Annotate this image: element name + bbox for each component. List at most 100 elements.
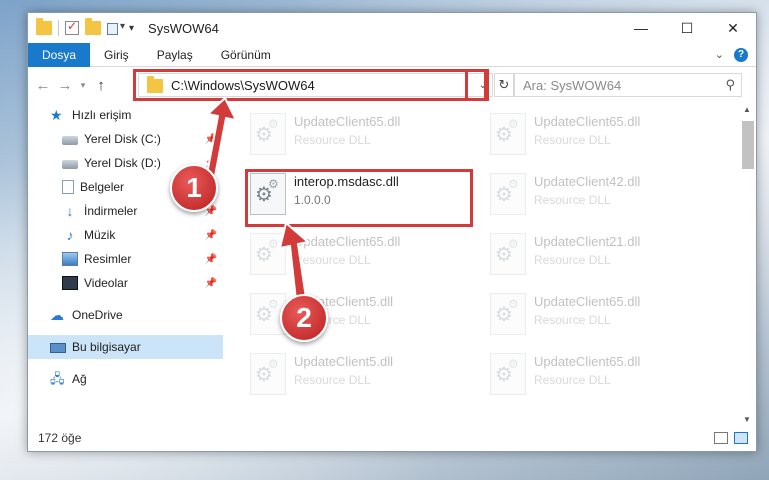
videos-icon xyxy=(62,276,78,290)
file-name: UpdateClient65.dll xyxy=(534,114,641,129)
view-toggle xyxy=(714,432,748,444)
file-list: UpdateClient65.dll Resource DLL UpdateCli… xyxy=(224,103,739,427)
sidebar-item-network[interactable]: 🖧 Ağ xyxy=(28,367,223,391)
dll-file-icon xyxy=(250,353,286,395)
sidebar-item-label: Yerel Disk (C:) xyxy=(84,132,161,146)
file-description: Resource DLL xyxy=(534,373,611,387)
scroll-thumb[interactable] xyxy=(742,121,754,169)
close-button[interactable]: ✕ xyxy=(710,13,756,43)
window-controls: — ☐ ✕ xyxy=(618,13,756,43)
sidebar-item-pictures[interactable]: Resimler 📌 xyxy=(28,247,223,271)
scroll-up-icon[interactable]: ▲ xyxy=(740,103,754,117)
pin-icon[interactable]: 📌 xyxy=(205,254,217,265)
back-arrow-icon[interactable]: ← xyxy=(32,77,54,94)
customize-toolbar-icon[interactable] xyxy=(107,21,125,35)
dll-file-icon xyxy=(490,233,526,275)
list-item[interactable]: UpdateClient5.dll Resource DLL xyxy=(250,353,480,409)
drive-icon xyxy=(62,160,78,169)
sidebar-item-label: Belgeler xyxy=(80,180,125,194)
pin-icon[interactable]: 📌 xyxy=(205,278,217,289)
sidebar-item-local-disk-c[interactable]: Yerel Disk (C:) 📌 xyxy=(28,127,223,151)
tab-file[interactable]: Dosya xyxy=(28,42,91,67)
search-placeholder: Ara: SysWOW64 xyxy=(523,77,622,93)
list-item[interactable]: UpdateClient21.dll Resource DLL xyxy=(490,233,720,289)
search-input[interactable]: Ara: SysWOW64 ⚲ xyxy=(514,73,742,97)
minimize-button[interactable]: — xyxy=(618,13,664,43)
pictures-icon xyxy=(62,252,78,266)
dll-file-icon xyxy=(490,173,526,215)
tab-share[interactable]: Paylaş xyxy=(143,43,207,67)
tiles-view-icon[interactable] xyxy=(734,432,748,444)
sidebar-item-this-pc[interactable]: Bu bilgisayar xyxy=(28,335,223,359)
address-highlight-box xyxy=(133,69,487,101)
list-item[interactable]: UpdateClient65.dll Resource DLL xyxy=(250,233,480,289)
help-icon[interactable]: ? xyxy=(734,47,748,62)
properties-check-icon[interactable] xyxy=(65,19,79,35)
ribbon-right: ⌄ ? xyxy=(715,47,756,62)
file-name: UpdateClient5.dll xyxy=(294,354,394,369)
new-folder-icon[interactable] xyxy=(85,18,101,35)
ribbon-tabs: Dosya Giriş Paylaş Görünüm ⌄ ? xyxy=(28,42,756,67)
file-description: Resource DLL xyxy=(534,313,611,327)
sidebar-item-label: Bu bilgisayar xyxy=(72,340,141,354)
sidebar-item-label: Yerel Disk (D:) xyxy=(84,156,161,170)
file-description: Resource DLL xyxy=(294,133,371,147)
expand-ribbon-icon[interactable]: ⌄ xyxy=(715,48,724,61)
separator xyxy=(58,20,59,36)
sidebar-item-label: İndirmeler xyxy=(84,204,138,218)
file-name: UpdateClient65.dll xyxy=(534,294,641,309)
folder-icon xyxy=(36,18,52,35)
sidebar-item-label: Ağ xyxy=(72,372,87,386)
list-item[interactable]: UpdateClient42.dll Resource DLL xyxy=(490,173,720,229)
vertical-scrollbar[interactable]: ▲ ▼ xyxy=(740,103,754,427)
file-description: Resource DLL xyxy=(534,193,611,207)
drive-icon xyxy=(62,136,78,145)
list-item[interactable]: UpdateClient65.dll Resource DLL xyxy=(250,113,480,169)
refresh-button[interactable]: ↻ xyxy=(494,73,514,97)
sidebar-item-label: OneDrive xyxy=(72,308,123,322)
tab-view[interactable]: Görünüm xyxy=(207,43,285,67)
dll-file-icon xyxy=(490,113,526,155)
forward-arrow-icon[interactable]: → xyxy=(54,77,76,94)
window-title: SysWOW64 xyxy=(148,20,219,36)
star-icon: ★ xyxy=(50,107,63,123)
sidebar-item-music[interactable]: ♪ Müzik 📌 xyxy=(28,223,223,247)
refresh-highlight-box xyxy=(465,69,489,101)
dll-file-icon xyxy=(250,113,286,155)
file-highlight-box xyxy=(245,169,473,227)
documents-icon xyxy=(62,180,74,194)
step-1-badge: 1 xyxy=(170,164,218,212)
list-item[interactable]: UpdateClient65.dll Resource DLL xyxy=(490,113,720,169)
downloads-icon: ↓ xyxy=(66,203,74,219)
sidebar-item-videos[interactable]: Videolar 📌 xyxy=(28,271,223,295)
dll-file-icon xyxy=(250,233,286,275)
sidebar-item-onedrive[interactable]: ☁ OneDrive xyxy=(28,303,223,327)
list-item[interactable]: UpdateClient65.dll Resource DLL xyxy=(490,293,720,349)
navigation-pane: ★ Hızlı erişim Yerel Disk (C:) 📌 Yerel D… xyxy=(28,103,223,427)
sidebar-item-label: Videolar xyxy=(84,276,128,290)
sidebar-item-label: Hızlı erişim xyxy=(72,108,132,122)
up-arrow-icon[interactable]: ↑ xyxy=(90,77,112,94)
sidebar-item-quick-access[interactable]: ★ Hızlı erişim xyxy=(28,103,223,127)
cloud-icon: ☁ xyxy=(50,307,64,323)
file-name: UpdateClient65.dll xyxy=(294,114,401,129)
sidebar-item-label: Müzik xyxy=(84,228,116,242)
recent-locations-icon[interactable]: ▾ xyxy=(76,80,90,91)
file-description: Resource DLL xyxy=(294,373,371,387)
status-bar: 172 öğe xyxy=(28,425,756,451)
quick-access-toolbar: ▾ xyxy=(28,18,134,36)
maximize-button[interactable]: ☐ xyxy=(664,13,710,43)
computer-icon xyxy=(50,343,66,353)
step-2-badge: 2 xyxy=(280,294,328,342)
title-bar: ▾ SysWOW64 — ☐ ✕ xyxy=(28,13,756,43)
tab-home[interactable]: Giriş xyxy=(90,43,143,67)
list-item[interactable]: UpdateClient65.dll Resource DLL xyxy=(490,353,720,409)
dll-file-icon xyxy=(490,293,526,335)
file-name: UpdateClient21.dll xyxy=(534,234,641,249)
file-description: Resource DLL xyxy=(534,253,611,267)
chevron-down-icon[interactable]: ▾ xyxy=(129,23,134,34)
details-view-icon[interactable] xyxy=(714,432,728,444)
pin-icon[interactable]: 📌 xyxy=(205,230,217,241)
pin-icon[interactable]: 📌 xyxy=(205,134,217,145)
sidebar-item-label: Resimler xyxy=(84,252,132,266)
